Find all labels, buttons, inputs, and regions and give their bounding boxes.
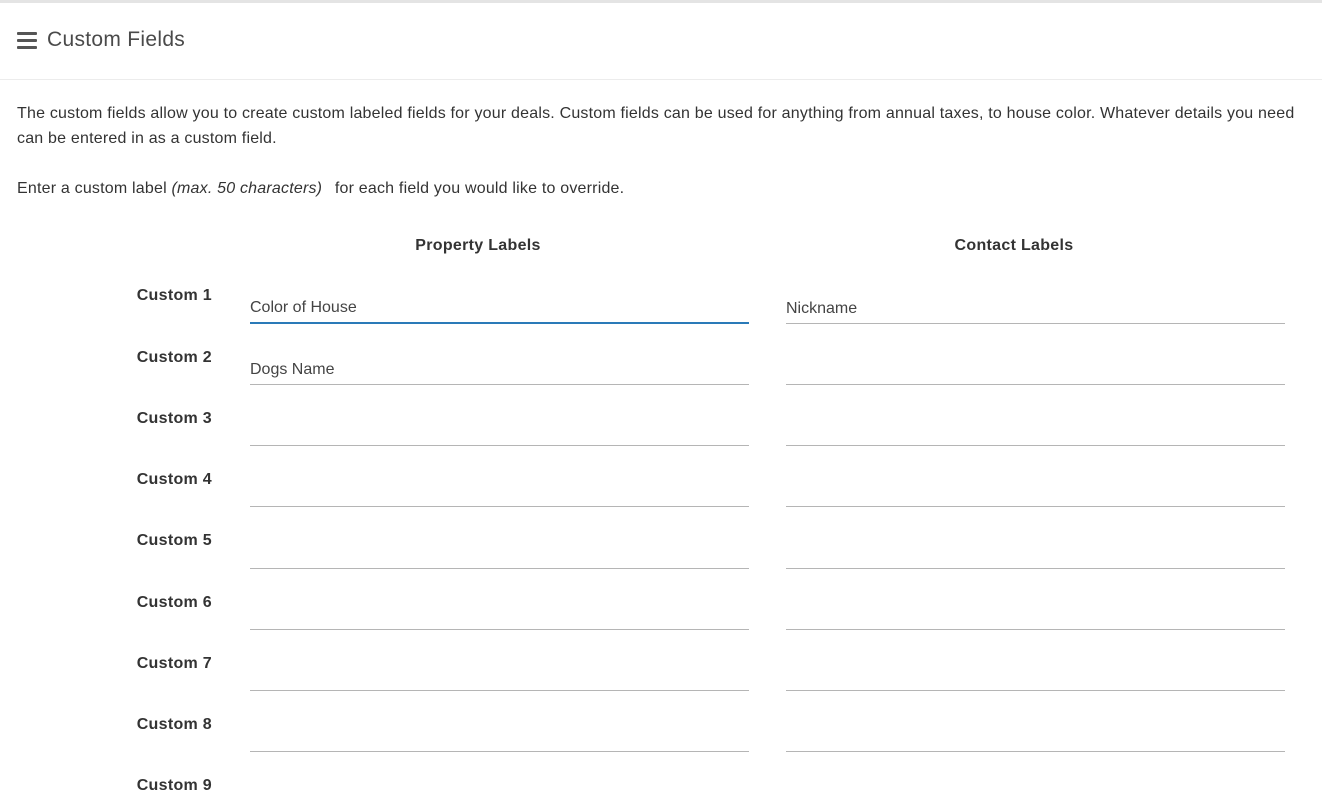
instruction-hint: (max. 50 characters) (171, 180, 323, 197)
property-custom-4-input[interactable] (250, 477, 749, 507)
instruction-before: Enter a custom label (17, 180, 172, 197)
contact-custom-4-input[interactable] (786, 477, 1285, 507)
contact-custom-3-input[interactable] (786, 416, 1285, 446)
contact-custom-5-input[interactable] (786, 539, 1285, 569)
contact-custom-8-input[interactable] (786, 722, 1285, 752)
property-custom-7-input[interactable] (250, 661, 749, 691)
contact-custom-1-input[interactable] (786, 294, 1285, 324)
contact-custom-6-input[interactable] (786, 600, 1285, 630)
row-label-custom-1: Custom 1 (136, 287, 212, 304)
property-custom-9-input[interactable] (250, 782, 749, 812)
contact-custom-7-input[interactable] (786, 661, 1285, 691)
property-custom-5-input[interactable] (250, 539, 749, 569)
contact-custom-2-input[interactable] (786, 355, 1285, 385)
intro-paragraph: The custom fields allow you to create cu… (17, 105, 1295, 147)
instruction-after: for each field you would like to overrid… (330, 180, 625, 197)
page-title: Custom Fields (47, 28, 186, 51)
contact-custom-9-input[interactable] (786, 782, 1285, 812)
row-label-custom-8: Custom 8 (136, 716, 212, 733)
row-label-custom-9: Custom 9 (136, 777, 212, 794)
row-label-custom-4: Custom 4 (136, 471, 212, 488)
hamburger-menu-icon[interactable] (17, 32, 37, 49)
row-label-custom-5: Custom 5 (136, 532, 212, 549)
row-label-custom-7: Custom 7 (136, 655, 212, 672)
page-header: Custom Fields (0, 3, 1322, 80)
row-label-custom-6: Custom 6 (136, 594, 212, 611)
property-custom-1-input[interactable] (250, 294, 749, 324)
contact-labels-heading: Contact Labels (954, 237, 1074, 254)
row-label-custom-3: Custom 3 (136, 410, 212, 427)
property-labels-heading: Property Labels (415, 237, 541, 254)
property-custom-2-input[interactable] (250, 355, 749, 385)
property-custom-3-input[interactable] (250, 416, 749, 446)
property-custom-6-input[interactable] (250, 600, 749, 630)
instruction-text: Enter a custom label (max. 50 characters… (17, 176, 624, 201)
property-custom-8-input[interactable] (250, 722, 749, 752)
row-label-custom-2: Custom 2 (136, 349, 212, 366)
